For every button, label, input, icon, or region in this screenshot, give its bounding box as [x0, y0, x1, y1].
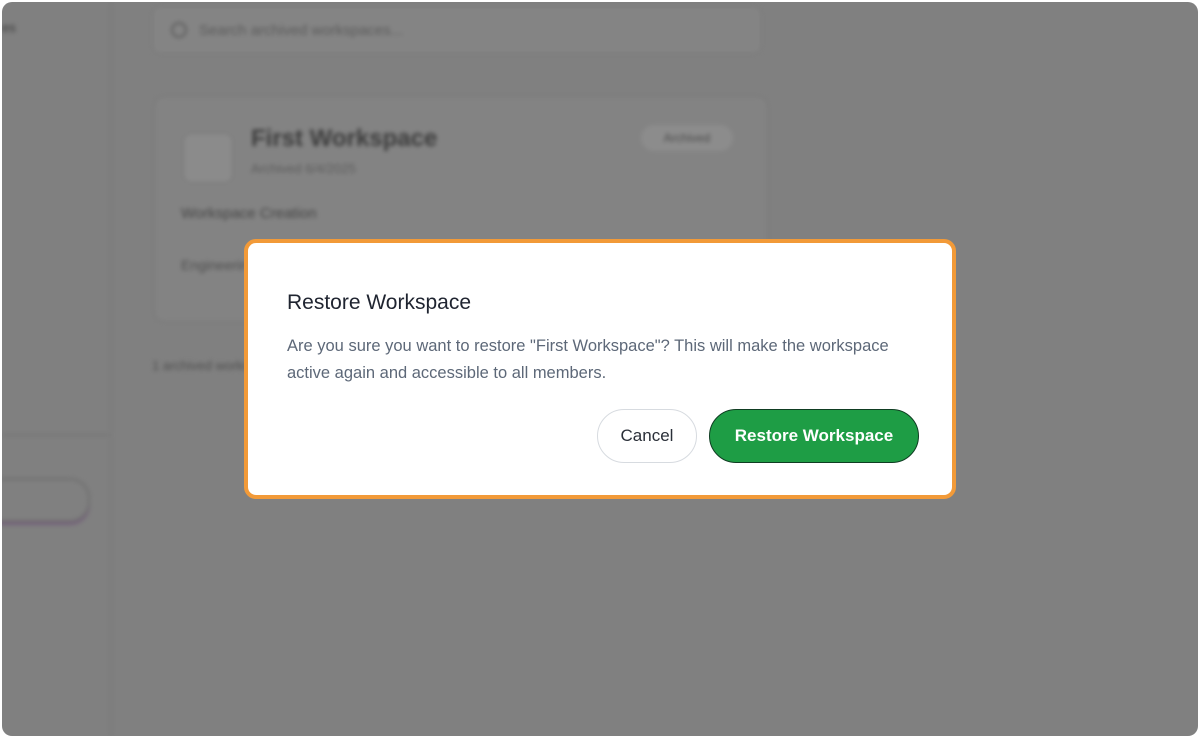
restore-dialog: Restore Workspace Are you sure you want …: [254, 249, 946, 489]
dialog-title: Restore Workspace: [287, 291, 472, 314]
dialog-highlight: Restore Workspace Are you sure you want …: [244, 239, 956, 499]
workspace-description: Workspace Creation: [181, 205, 317, 222]
search-input: Search archived workspaces...: [152, 6, 762, 54]
search-icon: [171, 22, 187, 38]
sidebar-label: es: [2, 20, 16, 35]
cancel-button[interactable]: Cancel: [597, 409, 697, 463]
workspace-icon: [183, 133, 233, 183]
search-placeholder: Search archived workspaces...: [199, 21, 404, 39]
workspace-title: First Workspace: [251, 125, 438, 152]
status-badge: Archived: [641, 125, 733, 151]
sidebar-pill-button: [2, 478, 90, 522]
sidebar-divider: [110, 2, 112, 736]
app-window: es Search archived workspaces... First W…: [2, 2, 1198, 736]
archived-date: Archived 6/4/2025: [251, 161, 356, 176]
sidebar-section-divider: [2, 434, 110, 436]
restore-workspace-button[interactable]: Restore Workspace: [709, 409, 919, 463]
dialog-message: Are you sure you want to restore "First …: [287, 337, 889, 382]
